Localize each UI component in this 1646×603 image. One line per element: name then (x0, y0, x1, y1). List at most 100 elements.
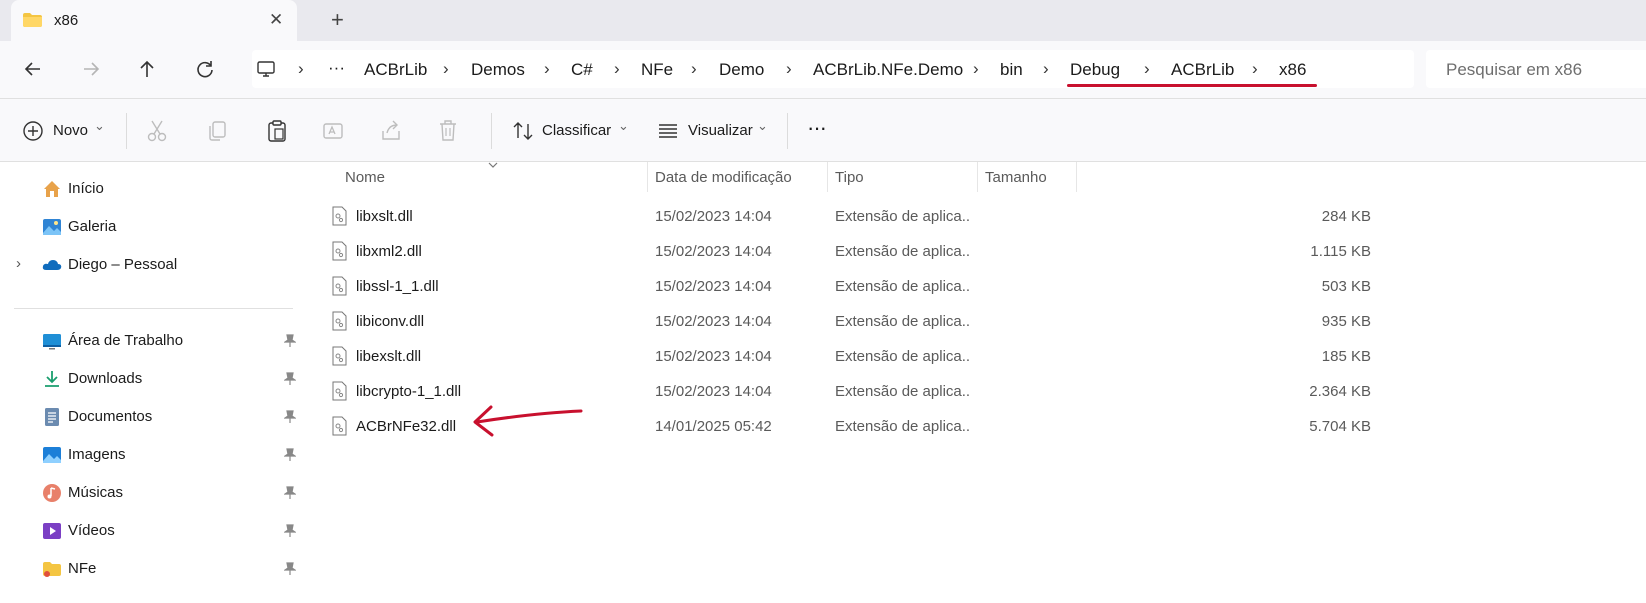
breadcrumb-acbrlib[interactable]: ACBrLib (364, 60, 427, 80)
column-divider[interactable] (1076, 162, 1077, 192)
breadcrumb-acbrlib-2[interactable]: ACBrLib (1171, 60, 1234, 80)
pin-icon[interactable] (284, 334, 296, 348)
dll-file-icon (332, 381, 347, 401)
file-type: Extensão de aplica... (835, 348, 970, 365)
column-divider[interactable] (977, 162, 978, 192)
breadcrumb-separator[interactable]: › (298, 59, 304, 79)
file-size: 5.704 KB (1309, 418, 1371, 435)
dll-file-icon (332, 206, 347, 226)
documents-icon (45, 408, 59, 426)
column-divider[interactable] (647, 162, 648, 192)
sidebar-item-documentos[interactable]: Documentos (0, 399, 305, 435)
sidebar-item-nfe[interactable]: NFe (0, 551, 305, 587)
sort-button-label: Classificar (542, 122, 612, 139)
file-row[interactable]: libxml2.dll 15/02/2023 14:04 Extensão de… (305, 233, 1646, 269)
file-row[interactable]: libxslt.dll 15/02/2023 14:04 Extensão de… (305, 198, 1646, 234)
pin-icon[interactable] (284, 372, 296, 386)
sidebar-divider (14, 308, 293, 309)
dll-file-icon (332, 311, 347, 331)
file-type: Extensão de aplica... (835, 243, 970, 260)
sidebar-item-inicio[interactable]: Início (0, 171, 305, 207)
delete-icon[interactable] (437, 119, 459, 143)
address-bar[interactable]: › ··· ACBrLib › Demos › C# › NFe › Demo … (252, 50, 1414, 88)
breadcrumb-csharp[interactable]: C# (571, 60, 593, 80)
breadcrumb-demo[interactable]: Demo (719, 60, 764, 80)
sort-button[interactable]: Classificar ⌄ (512, 118, 630, 143)
sidebar-item-label: Área de Trabalho (68, 332, 184, 349)
breadcrumb-nfe[interactable]: NFe (641, 60, 673, 80)
forward-arrow-icon[interactable] (80, 58, 102, 80)
file-row[interactable]: libssl-1_1.dll 15/02/2023 14:04 Extensão… (305, 268, 1646, 304)
sidebar-item-videos[interactable]: Vídeos (0, 513, 305, 549)
cut-icon[interactable] (146, 119, 168, 143)
pin-icon[interactable] (284, 410, 296, 424)
breadcrumb-x86[interactable]: x86 (1279, 60, 1306, 80)
title-bar: x86 ✕ + (0, 0, 1646, 41)
file-row[interactable]: libexslt.dll 15/02/2023 14:04 Extensão d… (305, 338, 1646, 374)
column-divider[interactable] (827, 162, 828, 192)
copy-icon[interactable] (206, 119, 228, 143)
plus-circle-icon (23, 121, 43, 141)
tab-x86[interactable]: x86 ✕ (11, 0, 297, 41)
new-tab-button[interactable]: + (331, 8, 344, 32)
sidebar-item-diego-pessoal[interactable]: › Diego – Pessoal (0, 247, 305, 283)
refresh-icon[interactable] (194, 58, 216, 80)
pin-icon[interactable] (284, 524, 296, 538)
breadcrumb-separator[interactable]: › (1252, 59, 1258, 79)
column-header-size[interactable]: Tamanho (985, 169, 1047, 186)
onedrive-cloud-icon (42, 260, 62, 270)
pin-icon[interactable] (284, 486, 296, 500)
new-button[interactable]: Novo ⌄ (22, 118, 106, 143)
up-arrow-icon[interactable] (136, 58, 158, 80)
pin-icon[interactable] (284, 562, 296, 576)
file-size: 2.364 KB (1309, 383, 1371, 400)
sidebar-item-musicas[interactable]: Músicas (0, 475, 305, 511)
column-header-date[interactable]: Data de modificação (655, 169, 792, 186)
view-button[interactable]: Visualizar ⌄ (657, 118, 769, 143)
column-header-name[interactable]: Nome (345, 169, 385, 186)
breadcrumb-bin[interactable]: bin (1000, 60, 1023, 80)
file-row[interactable]: libiconv.dll 15/02/2023 14:04 Extensão d… (305, 303, 1646, 339)
file-date: 15/02/2023 14:04 (655, 278, 772, 295)
breadcrumb-separator[interactable]: › (691, 59, 697, 79)
file-date: 15/02/2023 14:04 (655, 243, 772, 260)
breadcrumb-separator[interactable]: › (1043, 59, 1049, 79)
file-name: libssl-1_1.dll (356, 278, 439, 295)
sidebar-item-area-de-trabalho[interactable]: Área de Trabalho (0, 323, 305, 359)
search-box[interactable]: Pesquisar em x86 (1426, 50, 1646, 88)
sort-descending-icon (488, 162, 498, 168)
sidebar-item-downloads[interactable]: Downloads (0, 361, 305, 397)
sidebar-item-label: Vídeos (68, 522, 115, 539)
rename-icon[interactable] (322, 119, 344, 143)
chevron-right-icon[interactable]: › (16, 255, 21, 272)
file-type: Extensão de aplica... (835, 418, 970, 435)
paste-icon[interactable] (266, 119, 288, 143)
breadcrumb-acbrlib-nfe-demo[interactable]: ACBrLib.NFe.Demo (813, 60, 963, 80)
breadcrumb-separator[interactable]: › (1144, 59, 1150, 79)
music-icon (43, 484, 61, 502)
computer-icon[interactable] (256, 59, 276, 79)
file-type: Extensão de aplica... (835, 208, 970, 225)
column-header-type[interactable]: Tipo (835, 169, 864, 186)
breadcrumb-overflow[interactable]: ··· (328, 58, 345, 78)
sidebar-item-imagens[interactable]: Imagens (0, 437, 305, 473)
breadcrumb-separator[interactable]: › (544, 59, 550, 79)
more-options-button[interactable]: ··· (807, 115, 827, 141)
breadcrumb-debug[interactable]: Debug (1070, 60, 1120, 80)
close-tab-icon[interactable]: ✕ (269, 10, 283, 30)
folder-icon (23, 13, 42, 27)
back-arrow-icon[interactable] (22, 58, 44, 80)
breadcrumb-demos[interactable]: Demos (471, 60, 525, 80)
toolbar-divider (126, 113, 127, 149)
file-type: Extensão de aplica... (835, 313, 970, 330)
share-icon[interactable] (380, 119, 402, 143)
breadcrumb-separator[interactable]: › (443, 59, 449, 79)
dll-file-icon (332, 276, 347, 296)
file-type: Extensão de aplica... (835, 383, 970, 400)
sidebar-item-label: Músicas (68, 484, 124, 501)
breadcrumb-separator[interactable]: › (786, 59, 792, 79)
pin-icon[interactable] (284, 448, 296, 462)
sidebar-item-galeria[interactable]: Galeria (0, 209, 305, 245)
breadcrumb-separator[interactable]: › (973, 59, 979, 79)
breadcrumb-separator[interactable]: › (614, 59, 620, 79)
